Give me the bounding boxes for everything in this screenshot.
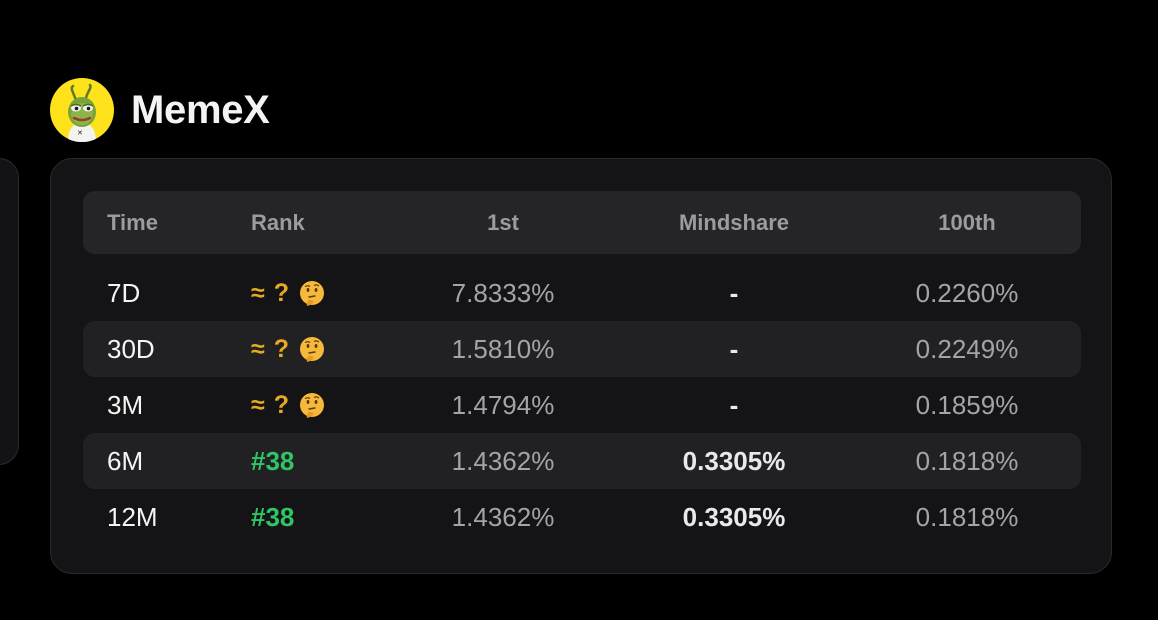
table-row: 30D ≈ ? 1.5810% - 0.2249% [83, 321, 1081, 377]
row-time: 7D [107, 277, 141, 308]
header-rank[interactable]: Rank [251, 191, 305, 254]
row-time: 30D [107, 333, 155, 364]
table-row: 7D ≈ ? 7.8333% - 0.2260% [83, 265, 1081, 321]
rank-unknown: ≈ ? [251, 335, 326, 364]
thinking-face-icon [298, 391, 326, 419]
row-hundredth: 0.1818% [915, 501, 1019, 532]
svg-text:✕: ✕ [77, 129, 83, 137]
row-first: 1.4362% [451, 501, 555, 532]
rank-approx: ≈ [251, 278, 265, 307]
rank-unknown-mark: ? [273, 278, 290, 307]
rank-approx: ≈ [251, 334, 265, 363]
rank-unknown-mark: ? [273, 390, 290, 419]
row-mindshare: 0.3305% [682, 501, 786, 532]
row-hundredth: 0.2260% [915, 277, 1019, 308]
rank-approx: ≈ [251, 390, 265, 419]
table-header-row: Time Rank 1st Mindshare 100th [83, 191, 1081, 254]
row-first: 1.4794% [451, 389, 555, 420]
row-mindshare: - [729, 333, 739, 364]
row-rank: ≈ ? [251, 377, 326, 433]
thinking-face-icon [298, 279, 326, 307]
row-first: 7.8333% [451, 277, 555, 308]
header-hundredth[interactable]: 100th [867, 191, 1067, 254]
table-row: 3M ≈ ? 1.4794% - 0.1859% [83, 377, 1081, 433]
header-mindshare[interactable]: Mindshare [634, 191, 834, 254]
row-hundredth: 0.1818% [915, 445, 1019, 476]
header-time[interactable]: Time [107, 191, 158, 254]
row-time: 12M [107, 501, 158, 532]
row-hundredth: 0.2249% [915, 333, 1019, 364]
project-title: MemeX [131, 87, 270, 132]
table-row: 6M #38 1.4362% 0.3305% 0.1818% [83, 433, 1081, 489]
row-first: 1.5810% [451, 333, 555, 364]
row-rank: #38 [251, 445, 295, 476]
rank-unknown-mark: ? [273, 334, 290, 363]
mindshare-table: Time Rank 1st Mindshare 100th 7D ≈ ? 7.8… [83, 191, 1081, 545]
row-rank: ≈ ? [251, 265, 326, 321]
row-hundredth: 0.1859% [915, 389, 1019, 420]
row-time: 3M [107, 389, 144, 420]
table-row: 12M #38 1.4362% 0.3305% 0.1818% [83, 489, 1081, 545]
row-rank: ≈ ? [251, 321, 326, 377]
page: ✕ MemeX Time Rank 1st Mindshare 100th 7D… [0, 0, 1158, 620]
rank-unknown: ≈ ? [251, 391, 326, 420]
pepe-frog-icon: ✕ [68, 83, 96, 142]
mindshare-card: Time Rank 1st Mindshare 100th 7D ≈ ? 7.8… [50, 158, 1112, 574]
rank-unknown: ≈ ? [251, 279, 326, 308]
project-header: ✕ MemeX [50, 78, 270, 142]
row-mindshare: 0.3305% [682, 445, 786, 476]
header-first[interactable]: 1st [403, 191, 603, 254]
previous-card-edge[interactable] [0, 158, 19, 465]
thinking-face-icon [298, 335, 326, 363]
row-first: 1.4362% [451, 445, 555, 476]
avatar[interactable]: ✕ [50, 78, 114, 142]
row-mindshare: - [729, 277, 739, 308]
row-rank: #38 [251, 501, 295, 532]
row-mindshare: - [729, 389, 739, 420]
row-time: 6M [107, 445, 144, 476]
